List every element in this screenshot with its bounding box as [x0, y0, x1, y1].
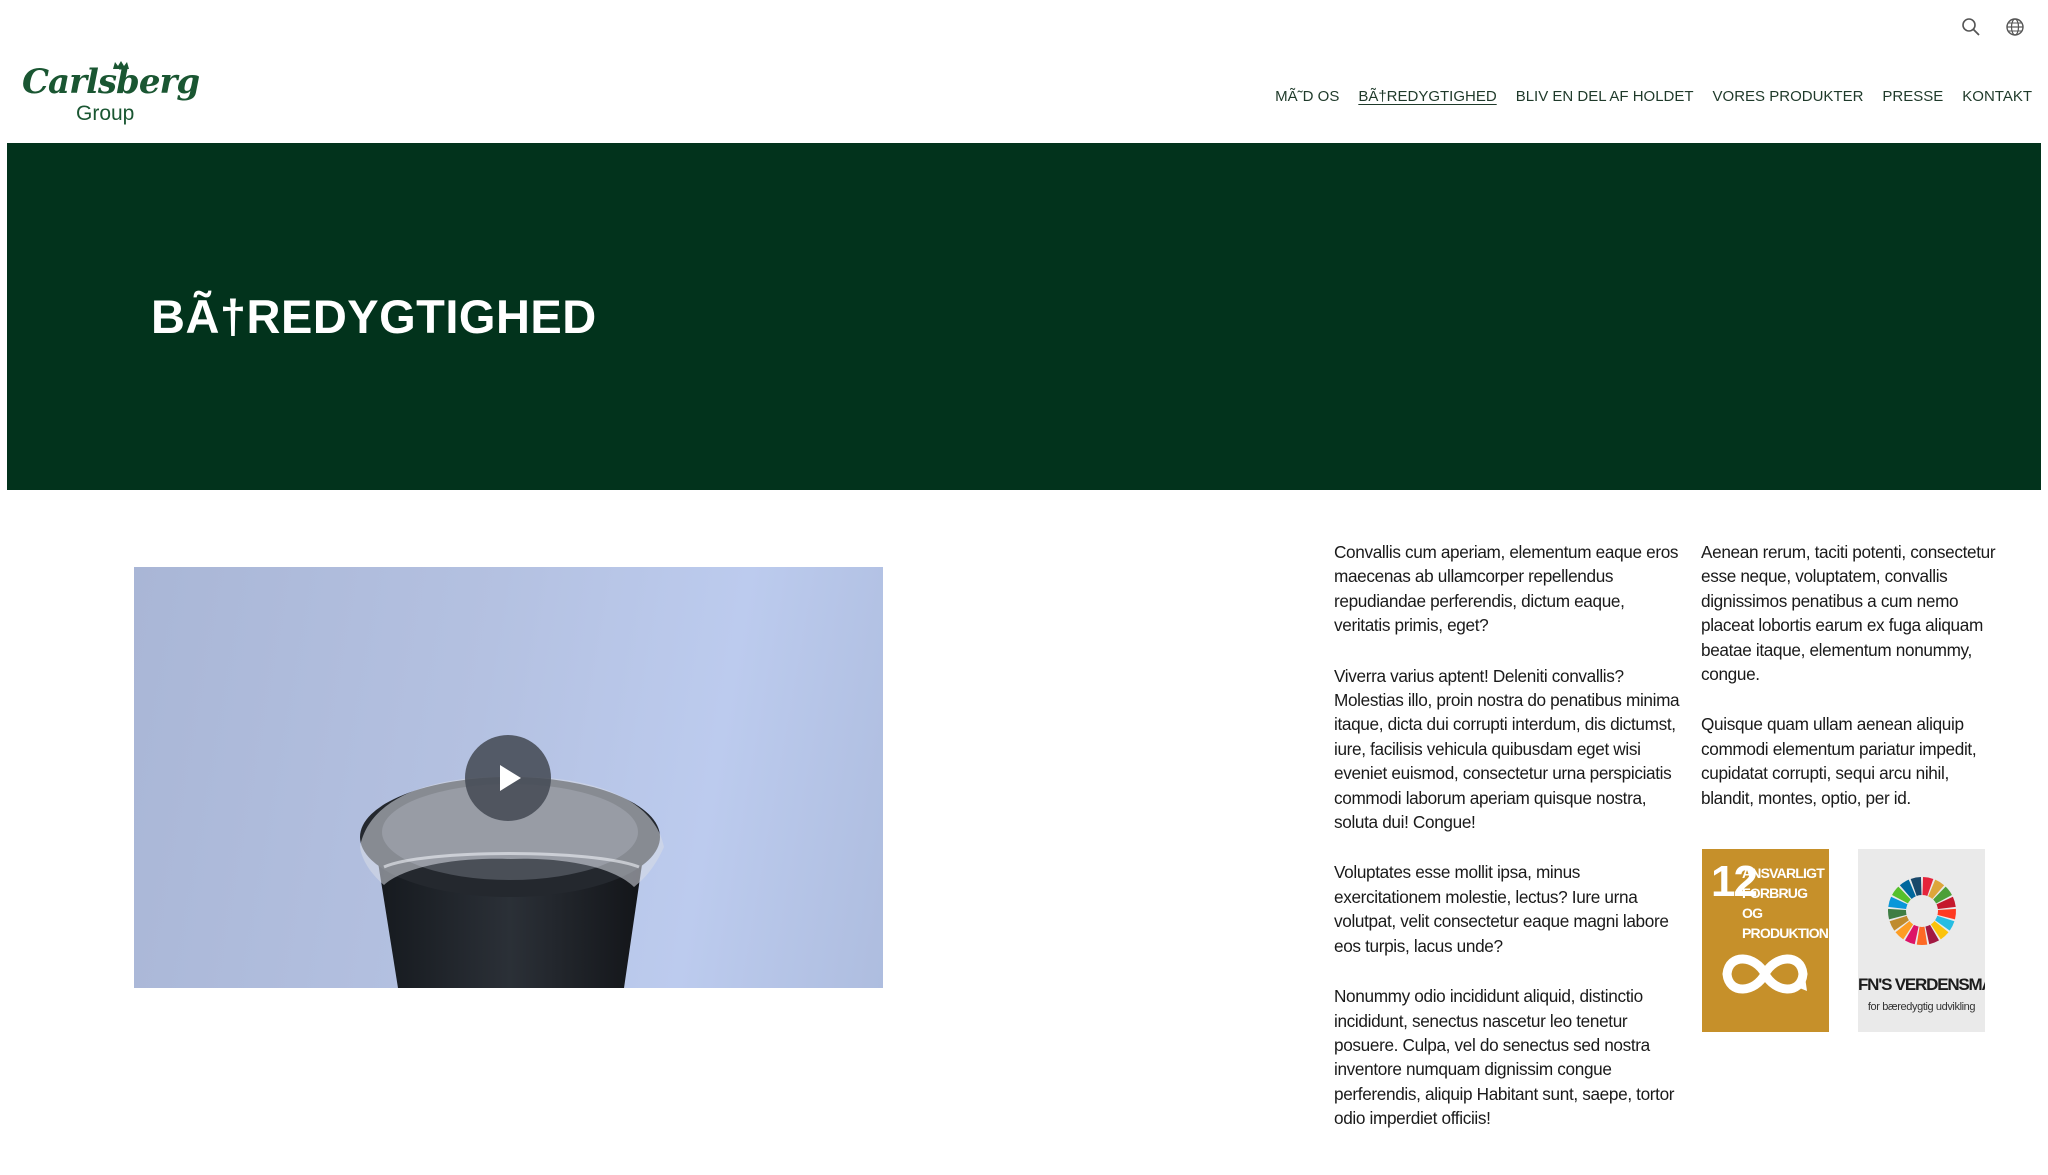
paragraph: Aenean rerum, taciti potenti, consectetu… — [1701, 542, 1996, 685]
text-column-right: Aenean rerum, taciti potenti, consectetu… — [1701, 540, 2001, 836]
paragraph: Viverra varius aptent! Deleniti convalli… — [1334, 665, 1680, 833]
nav-item-mod-os[interactable]: MÃ˜D OS — [1275, 88, 1339, 105]
nav-item-presse[interactable]: PRESSE — [1882, 88, 1943, 105]
text-column-left: Convallis cum aperiam, elementum eaque e… — [1334, 540, 1680, 1157]
carlsberg-logo[interactable]: Carlsberg Group — [22, 61, 200, 132]
paragraph: Nonummy odio incididunt aliquid, distinc… — [1334, 986, 1675, 1129]
search-icon[interactable] — [1958, 14, 1984, 40]
sdg-logo-title: FN'S VERDENSMÅL — [1858, 975, 1985, 994]
sdg-wheel-icon — [1888, 877, 1956, 945]
un-sdg-logo-tile[interactable]: FN'S VERDENSMÅL for bæredygtig udvikling — [1858, 849, 1985, 1032]
paragraph: Voluptates esse mollit ipsa, minus exerc… — [1334, 862, 1669, 956]
video-player[interactable] — [134, 567, 883, 988]
play-button[interactable] — [465, 735, 551, 821]
nav-item-bliv-en-del-af-holdet[interactable]: BLIV EN DEL AF HOLDET — [1516, 88, 1694, 105]
utility-bar — [1958, 14, 2028, 40]
globe-icon[interactable] — [2002, 14, 2028, 40]
page-title: BÃ†REDYGTIGHED — [151, 290, 597, 343]
sdg-goal-text: ANSVARLIGT FORBRUG OG PRODUKTION — [1742, 865, 1829, 941]
logo-wordmark: Carlsberg — [22, 62, 200, 102]
main-nav: MÃ˜D OS BÃ†REDYGTIGHED BLIV EN DEL AF HO… — [1275, 88, 2032, 105]
play-icon — [500, 765, 521, 791]
nav-item-baeredygtighed[interactable]: BÃ†REDYGTIGHED — [1358, 88, 1496, 105]
sdg-logo-subtitle: for bæredygtig udvikling — [1867, 1001, 1976, 1013]
nav-item-kontakt[interactable]: KONTAKT — [1962, 88, 2032, 105]
paragraph: Convallis cum aperiam, elementum eaque e… — [1334, 542, 1679, 636]
paragraph: Quisque quam ullam aenean aliquip commod… — [1701, 714, 1977, 808]
sdg-goal-12-tile[interactable]: 12 ANSVARLIGT FORBRUG OG PRODUKTION — [1702, 849, 1829, 1032]
hero-banner: BÃ†REDYGTIGHED — [7, 143, 2041, 490]
infinity-loop-icon — [1722, 954, 1808, 994]
nav-item-vores-produkter[interactable]: VORES PRODUKTER — [1713, 88, 1864, 105]
logo-group-label: Group — [76, 102, 135, 125]
